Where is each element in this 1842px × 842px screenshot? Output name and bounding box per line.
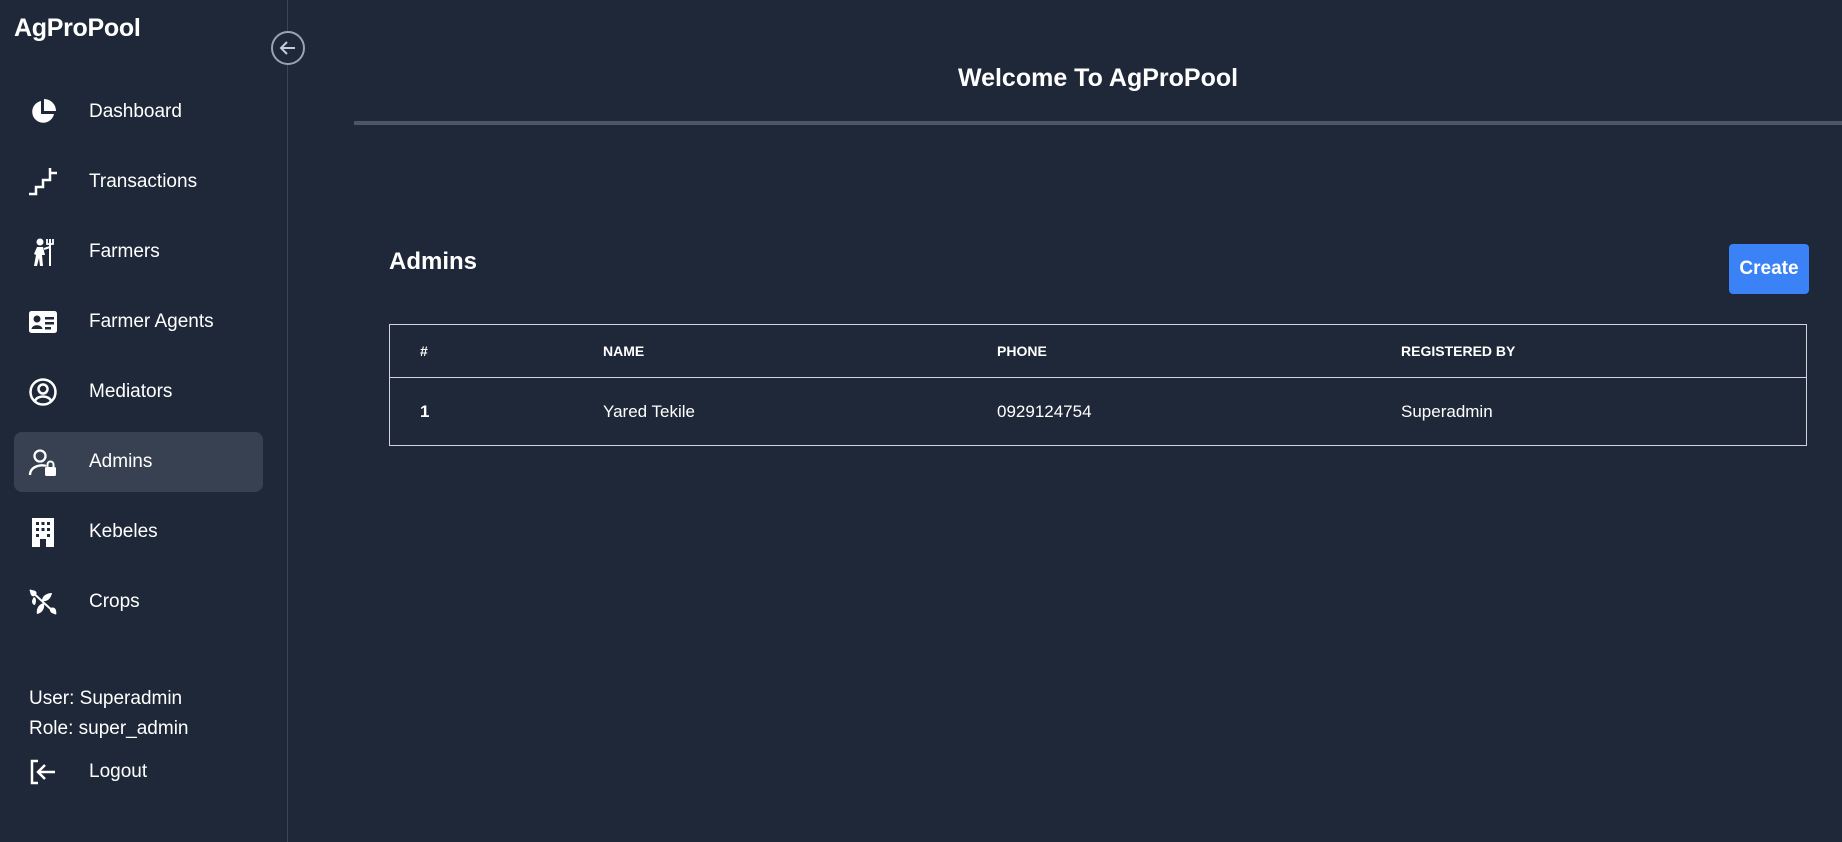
logout-icon: [28, 757, 58, 787]
user-role: Role: super_admin: [29, 718, 189, 739]
table-header-row: # NAME PHONE REGISTERED BY: [389, 324, 1807, 378]
sidebar-item-transactions[interactable]: Transactions: [14, 152, 263, 212]
user-lock-icon: [28, 447, 58, 477]
sidebar-item-dashboard[interactable]: Dashboard: [14, 82, 263, 142]
sidebar-item-label: Transactions: [89, 171, 198, 192]
app-logo: AgProPool: [14, 14, 141, 42]
sidebar-nav: Dashboard Transactions Farmers Farmer Ag…: [14, 82, 263, 642]
sidebar-item-farmer-agents[interactable]: Farmer Agents: [14, 292, 263, 352]
user-info: User: Superadmin Role: super_admin: [29, 684, 188, 744]
sidebar-item-label: Farmer Agents: [89, 311, 214, 332]
cell-registered-by: Superadmin: [1401, 401, 1493, 421]
collapse-sidebar-button[interactable]: [271, 31, 305, 65]
cell-number: 1: [420, 401, 430, 421]
stairs-icon: [28, 167, 58, 197]
admins-table: # NAME PHONE REGISTERED BY 1 Yared Tekil…: [389, 324, 1807, 446]
column-header-name[interactable]: NAME: [602, 324, 996, 378]
sidebar: AgProPool Dashboard Transactions Farmers…: [0, 0, 288, 842]
column-header-phone[interactable]: PHONE: [996, 324, 1400, 378]
create-button[interactable]: Create: [1729, 244, 1809, 294]
sidebar-item-label: Crops: [89, 591, 140, 612]
pie-chart-icon: [28, 97, 58, 127]
logout-label: Logout: [89, 761, 148, 782]
sidebar-item-label: Mediators: [89, 381, 173, 402]
arrow-left-icon: [278, 38, 298, 58]
leaves-icon: [28, 587, 58, 617]
sidebar-item-label: Admins: [89, 451, 153, 472]
page-title: Admins: [389, 248, 478, 275]
column-header-registered-by[interactable]: REGISTERED BY: [1400, 324, 1807, 378]
welcome-header: Welcome To AgProPool: [957, 64, 1239, 92]
farmer-icon: [28, 237, 58, 267]
table-row[interactable]: 1 Yared Tekile 0929124754 Superadmin: [390, 378, 1807, 446]
sidebar-item-label: Dashboard: [89, 101, 182, 122]
cell-phone: 0929124754: [997, 401, 1092, 421]
sidebar-item-farmers[interactable]: Farmers: [14, 222, 263, 282]
sidebar-item-mediators[interactable]: Mediators: [14, 362, 263, 422]
id-card-icon: [28, 307, 58, 337]
sidebar-item-admins[interactable]: Admins: [14, 432, 263, 492]
user-name: User: Superadmin: [29, 688, 183, 709]
building-icon: [28, 517, 58, 547]
sidebar-item-label: Farmers: [89, 241, 160, 262]
user-circle-icon: [28, 377, 58, 407]
sidebar-item-label: Kebeles: [89, 521, 158, 542]
logout-button[interactable]: Logout: [14, 752, 263, 792]
header-divider: [354, 121, 1842, 125]
sidebar-item-kebeles[interactable]: Kebeles: [14, 502, 263, 562]
main-content: Welcome To AgProPool Admins Create # NAM…: [288, 0, 1842, 842]
cell-name: Yared Tekile: [603, 401, 695, 421]
column-header-number[interactable]: #: [389, 324, 602, 378]
sidebar-item-crops[interactable]: Crops: [14, 572, 263, 632]
